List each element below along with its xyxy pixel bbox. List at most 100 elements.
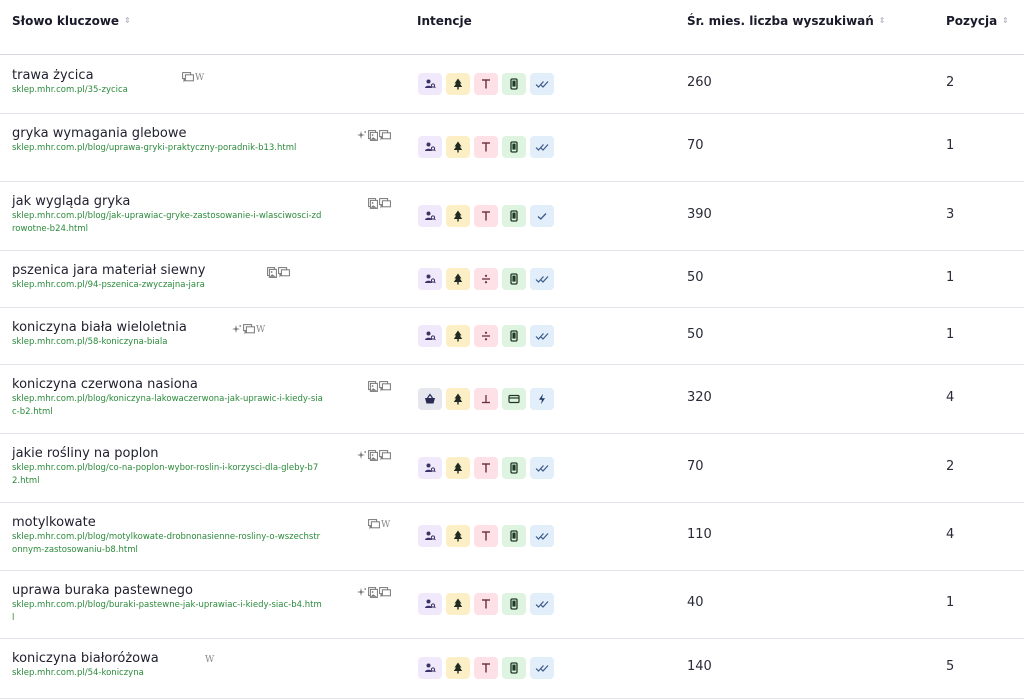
column-header-position[interactable]: Pozycja ⇕ [946, 14, 1009, 28]
ranking-url-link[interactable]: sklep.mhr.com.pl/blog/co-na-poplon-wybor… [12, 462, 324, 487]
intent-chip[interactable] [502, 268, 526, 290]
keyword-link[interactable]: jakie rośliny na poplon [12, 446, 159, 461]
double-check-icon [535, 141, 549, 153]
intent-chip[interactable] [502, 205, 526, 227]
intent-chip[interactable] [474, 268, 498, 290]
intent-chip[interactable] [418, 388, 442, 410]
table-row: uprawa buraka pastewnego sklep.mhr.com.pl… [0, 570, 1024, 639]
intent-chip[interactable] [474, 457, 498, 479]
intent-chip[interactable] [446, 205, 470, 227]
serp-features [357, 130, 391, 141]
ranking-url-link[interactable]: sklep.mhr.com.pl/blog/motylkowate-drobno… [12, 531, 324, 556]
intent-chip[interactable] [530, 593, 554, 615]
mobile-icon [508, 662, 520, 674]
keyword-link[interactable]: pszenica jara materiał siewny [12, 263, 205, 278]
column-header-keyword[interactable]: Słowo kluczowe ⇕ [12, 14, 131, 28]
intent-chip[interactable] [530, 457, 554, 479]
table-row: motylkowate sklep.mhr.com.pl/blog/motylko… [0, 502, 1024, 571]
intent-chip[interactable] [418, 268, 442, 290]
intent-chip[interactable] [474, 136, 498, 158]
intent-chip[interactable] [446, 268, 470, 290]
text-icon [480, 141, 492, 153]
keyword-link[interactable]: trawa życica [12, 68, 94, 83]
intent-chip[interactable] [446, 136, 470, 158]
keyword-link[interactable]: jak wygląda gryka [12, 194, 130, 209]
intent-chip[interactable] [474, 73, 498, 95]
ranking-url-link[interactable]: sklep.mhr.com.pl/94-pszenica-zwyczajna-j… [12, 279, 324, 292]
column-header-volume[interactable]: Śr. mies. liczba wyszukiwań ⇕ [687, 14, 886, 28]
intent-chip[interactable] [530, 73, 554, 95]
keyword-link[interactable]: koniczyna biała wieloletnia [12, 320, 187, 335]
double-check-icon [535, 273, 549, 285]
intent-chip[interactable] [530, 268, 554, 290]
bolt-icon [536, 393, 548, 405]
sort-icon[interactable]: ⇕ [124, 17, 131, 25]
search-volume: 390 [687, 207, 712, 222]
intent-chip[interactable] [418, 457, 442, 479]
intent-chip[interactable] [502, 457, 526, 479]
intent-chip[interactable] [446, 388, 470, 410]
ranking-url-link[interactable]: sklep.mhr.com.pl/blog/jak-uprawiac-gryke… [12, 210, 324, 235]
intent-chip[interactable] [446, 325, 470, 347]
intent-chip[interactable] [502, 657, 526, 679]
people-icon [424, 141, 436, 153]
people-icon [424, 210, 436, 222]
position-value: 1 [946, 327, 955, 342]
serp-features: W [368, 519, 390, 530]
tree-icon [452, 462, 464, 474]
intent-chip[interactable] [446, 525, 470, 547]
intent-chip[interactable] [530, 205, 554, 227]
intent-chip[interactable] [502, 325, 526, 347]
ranking-url-link[interactable]: sklep.mhr.com.pl/blog/uprawa-gryki-prakt… [12, 142, 324, 155]
intent-chip[interactable] [502, 73, 526, 95]
intent-chip[interactable] [530, 525, 554, 547]
serp-features: W [182, 72, 204, 83]
intent-chip[interactable] [502, 525, 526, 547]
double-check-icon [535, 598, 549, 610]
intent-chip[interactable] [446, 657, 470, 679]
ranking-url-link[interactable]: sklep.mhr.com.pl/58-koniczyna-biala [12, 336, 324, 349]
ranking-url-link[interactable]: sklep.mhr.com.pl/54-koniczyna [12, 667, 324, 680]
sort-icon[interactable]: ⇕ [879, 17, 886, 25]
intent-chip[interactable] [418, 136, 442, 158]
keyword-link[interactable]: uprawa buraka pastewnego [12, 583, 193, 598]
intent-chip[interactable] [502, 136, 526, 158]
keyword-link[interactable]: gryka wymagania glebowe [12, 126, 187, 141]
serp-features [357, 587, 391, 598]
intent-chip[interactable] [418, 205, 442, 227]
intent-chip[interactable] [446, 73, 470, 95]
keyword-link[interactable]: motylkowate [12, 515, 96, 530]
intent-chip[interactable] [530, 388, 554, 410]
intent-chip[interactable] [418, 525, 442, 547]
search-volume: 50 [687, 270, 704, 285]
intent-chip[interactable] [418, 73, 442, 95]
intent-chip[interactable] [530, 325, 554, 347]
tree-icon [452, 598, 464, 610]
intent-chip[interactable] [474, 525, 498, 547]
intent-chip[interactable] [474, 205, 498, 227]
intent-chip[interactable] [502, 388, 526, 410]
keyword-link[interactable]: koniczyna czerwona nasiona [12, 377, 198, 392]
intent-chip[interactable] [474, 657, 498, 679]
image-icon [368, 587, 378, 598]
sort-icon[interactable]: ⇕ [1002, 17, 1009, 25]
serp-features [357, 450, 391, 461]
keyword-link[interactable]: koniczyna białoróżowa [12, 651, 159, 666]
intent-chip[interactable] [446, 593, 470, 615]
intent-chip[interactable] [474, 325, 498, 347]
intent-chip[interactable] [418, 325, 442, 347]
check-icon [536, 210, 548, 222]
intent-chip[interactable] [418, 657, 442, 679]
wikipedia-icon: W [205, 655, 215, 665]
intent-chip[interactable] [418, 593, 442, 615]
intent-chip[interactable] [474, 388, 498, 410]
intent-chip[interactable] [446, 457, 470, 479]
ranking-url-link[interactable]: sklep.mhr.com.pl/blog/buraki-pastewne-ja… [12, 599, 324, 624]
ranking-url-link[interactable]: sklep.mhr.com.pl/35-zycica [12, 84, 324, 97]
ranking-url-link[interactable]: sklep.mhr.com.pl/blog/koniczyna-lakowacz… [12, 393, 324, 418]
intent-chip[interactable] [530, 657, 554, 679]
intent-chip[interactable] [530, 136, 554, 158]
tree-icon [452, 78, 464, 90]
intent-chip[interactable] [474, 593, 498, 615]
intent-chip[interactable] [502, 593, 526, 615]
